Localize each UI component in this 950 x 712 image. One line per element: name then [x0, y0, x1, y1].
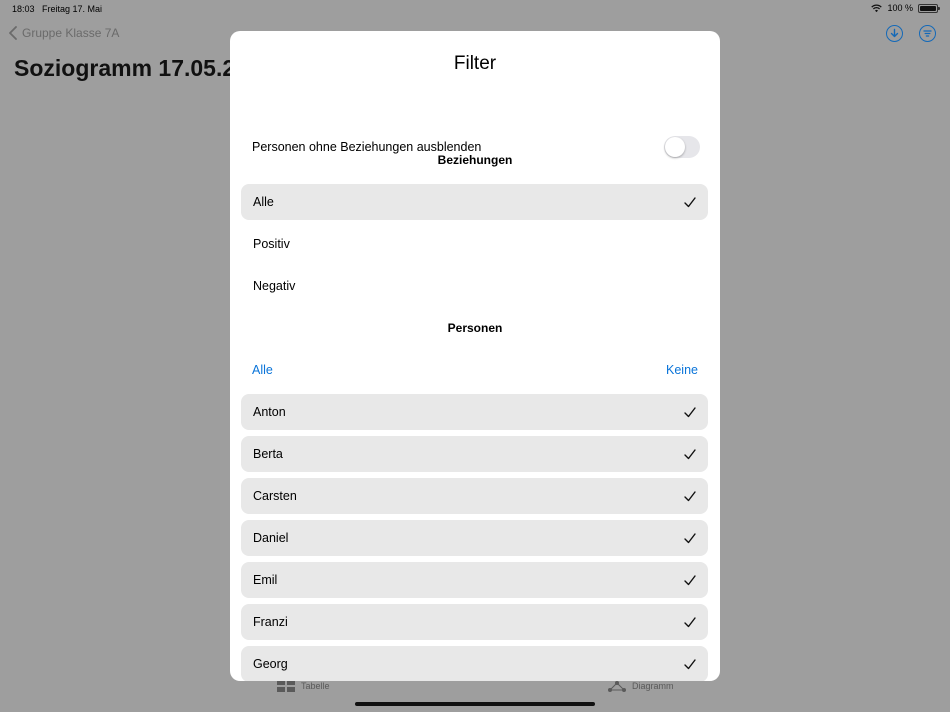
battery-icon	[918, 3, 940, 13]
checkmark-icon	[684, 532, 696, 544]
tab-table[interactable]: Tabelle	[277, 680, 330, 692]
select-all-button[interactable]: Alle	[252, 363, 273, 377]
person-row-franzi[interactable]: Franzi	[241, 604, 708, 640]
person-name: Daniel	[253, 531, 289, 545]
person-row-carsten[interactable]: Carsten	[241, 478, 708, 514]
download-button[interactable]	[886, 25, 903, 42]
filter-icon	[923, 30, 932, 37]
download-icon	[890, 28, 899, 38]
filter-button[interactable]	[919, 25, 936, 42]
checkmark-icon	[684, 448, 696, 460]
hide-unrelated-label: Personen ohne Beziehungen ausblenden	[252, 140, 482, 154]
relation-option-alle[interactable]: Alle	[241, 184, 708, 220]
relation-option-label: Alle	[253, 195, 274, 209]
status-bar: 18:03 Freitag 17. Mai 100 %	[0, 0, 950, 18]
wifi-icon	[871, 4, 883, 12]
checkmark-icon	[684, 616, 696, 628]
status-time: 18:03	[12, 4, 35, 14]
person-name: Carsten	[253, 489, 297, 503]
checkmark-icon	[684, 658, 696, 670]
modal-title: Filter	[453, 53, 497, 74]
status-right: 100 %	[871, 3, 940, 13]
persons-header: Personen	[447, 321, 503, 335]
person-name: Berta	[253, 447, 283, 461]
person-name: Georg	[253, 657, 288, 671]
page-title: Soziogramm 17.05.2	[14, 55, 236, 81]
back-button[interactable]: Gruppe Klasse 7A	[8, 26, 119, 40]
chevron-left-icon	[9, 26, 17, 40]
checkmark-icon	[684, 406, 696, 418]
person-name: Emil	[253, 573, 278, 587]
person-name: Franzi	[253, 615, 288, 629]
battery-percentage: 100 %	[887, 3, 913, 13]
person-row-berta[interactable]: Berta	[241, 436, 708, 472]
person-row-emil[interactable]: Emil	[241, 562, 708, 598]
tab-diagram[interactable]: Diagramm	[608, 680, 674, 692]
tab-table-label: Tabelle	[301, 681, 330, 691]
back-button-label: Gruppe Klasse 7A	[22, 26, 120, 40]
select-none-button[interactable]: Keine	[666, 363, 698, 377]
checkmark-icon	[684, 574, 696, 586]
person-row-georg[interactable]: Georg	[241, 646, 708, 681]
relation-option-positiv[interactable]: Positiv	[241, 226, 708, 262]
relation-option-negativ[interactable]: Negativ	[241, 268, 708, 304]
tab-diagram-label: Diagramm	[632, 681, 674, 691]
person-row-daniel[interactable]: Daniel	[241, 520, 708, 556]
home-indicator	[355, 702, 595, 706]
toolbar-icons	[886, 25, 936, 42]
relations-header: Beziehungen	[437, 153, 513, 167]
status-date: Freitag 17. Mai	[42, 4, 103, 14]
diagram-icon	[608, 681, 626, 692]
filter-modal: Filter Personen ohne Beziehungen ausblen…	[230, 31, 720, 681]
checkmark-icon	[684, 196, 696, 208]
person-name: Anton	[253, 405, 286, 419]
checkmark-icon	[684, 490, 696, 502]
table-icon	[277, 680, 295, 692]
relation-option-label: Positiv	[253, 237, 290, 251]
person-row-anton[interactable]: Anton	[241, 394, 708, 430]
relation-option-label: Negativ	[253, 279, 296, 293]
select-links: Alle Keine	[252, 363, 698, 377]
